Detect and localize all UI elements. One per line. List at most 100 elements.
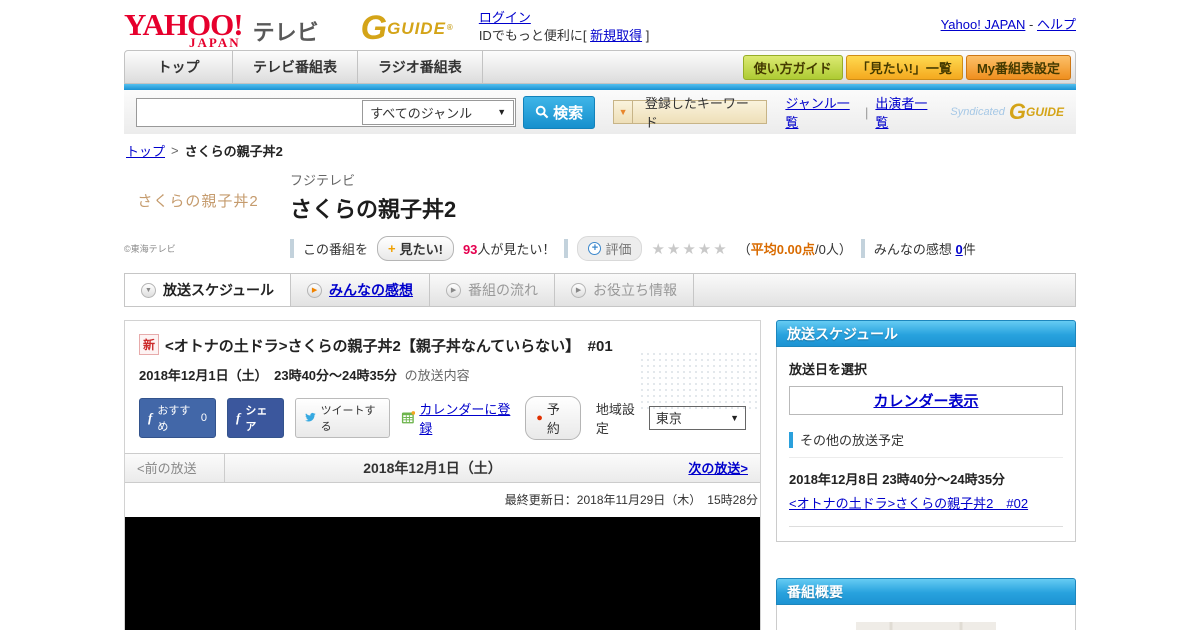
reserve-label: 予約 <box>546 401 560 436</box>
region-select[interactable]: 東京 ▼ <box>648 405 746 430</box>
gguide-g: G <box>1008 99 1026 124</box>
episode-datetime-suffix: の放送内容 <box>404 367 470 383</box>
tab-program-flow[interactable]: ▶ 番組の流れ <box>430 274 556 306</box>
next-broadcast-datetime: 2018年12月8日 23時40分～24時35分 <box>789 472 1006 487</box>
play-icon: ▶ <box>307 282 323 298</box>
avg-paren-open: （ <box>737 242 751 257</box>
breadcrumb-home-link[interactable]: トップ <box>126 141 165 160</box>
cast-list-link[interactable]: 出演者一覧 <box>875 93 936 131</box>
calendar-register-link[interactable]: カレンダーに登録 <box>419 399 514 437</box>
registered-keywords-button[interactable]: ▼ 登録したキーワード <box>613 96 768 130</box>
top-bar: YAHOO! JAPAN テレビ G GUIDE ® ログイン IDでもっと便利に[… <box>124 0 1076 50</box>
tab-label: 放送スケジュール <box>163 282 275 298</box>
breadcrumb-current: さくらの親子丼2 <box>184 144 283 159</box>
calendar-display-button[interactable]: カレンダー表示 <box>789 386 1063 415</box>
next-broadcast: 次の放送> <box>640 454 760 482</box>
divider <box>789 526 1063 527</box>
mitai-count: 93 <box>462 242 478 257</box>
search-strip: すべてのジャンル ▼ 検索 ▼ 登録したキーワード ジャンル一覧 | 出演者一覧… <box>124 90 1076 134</box>
select-date-label: 放送日を選択 <box>789 362 868 377</box>
record-dot-icon: ● <box>536 411 543 424</box>
yahoo-japan-link[interactable]: Yahoo! JAPAN <box>941 17 1026 32</box>
mitai-button-label: 見たい! <box>399 242 443 257</box>
nav-tab-tv-listings[interactable]: テレビ番組表 <box>233 51 358 83</box>
content: 新 <オトナの土ドラ>さくらの親子丼2【親子丼なんていらない】 #01 2018年… <box>124 320 1076 630</box>
reserve-button[interactable]: ● 予約 <box>525 395 581 440</box>
genre-select[interactable]: すべてのジャンル ▼ <box>362 99 515 125</box>
tweet-label: ツイートする <box>320 404 376 433</box>
video-player-area[interactable] <box>125 516 760 630</box>
tab-everyones-impressions[interactable]: ▶ みんなの感想 <box>291 274 431 306</box>
chevron-down-icon: ▼ <box>141 282 156 298</box>
login-block: ログイン IDでもっと便利に[ 新規取得 ] <box>479 9 650 44</box>
other-broadcasts-row: その他の放送予定 <box>789 430 1063 458</box>
mitai-list-button[interactable]: 「見たい!」一覧 <box>845 55 963 80</box>
kanso-count-link[interactable]: 0 <box>956 242 963 257</box>
gguide-logo: G GUIDE ® <box>361 11 453 45</box>
tab-label: 番組の流れ <box>468 282 539 298</box>
divider-bar <box>564 239 569 258</box>
search-box: すべてのジャンル ▼ <box>136 97 517 127</box>
login-link[interactable]: ログイン <box>479 10 531 25</box>
gguide-small-logo: G GUIDE <box>1009 99 1064 125</box>
calendar-register[interactable]: カレンダーに登録 <box>401 399 515 437</box>
mitai-button[interactable]: + 見たい! <box>377 236 454 261</box>
overview-box-body <box>776 605 1076 630</box>
my-listings-settings-button[interactable]: My番組表設定 <box>965 55 1071 80</box>
tab-broadcast-schedule[interactable]: ▼ 放送スケジュール <box>125 274 292 306</box>
search-input[interactable] <box>137 98 362 126</box>
program-thumbnail: さくらの親子丼2 ©東海テレビ <box>124 170 272 261</box>
facebook-share-button[interactable]: f シェア <box>227 397 284 438</box>
fb-recommend-label: おすすめ <box>157 404 191 433</box>
help-link[interactable]: ヘルプ <box>1037 17 1076 32</box>
signup-link[interactable]: 新規取得 <box>590 28 642 43</box>
next-broadcast-link[interactable]: 次の放送> <box>688 458 748 477</box>
plus-icon: + <box>388 241 396 256</box>
current-broadcast-date: 2018年12月1日（土） <box>363 459 502 476</box>
login-note-prefix: IDでもっと便利に[ <box>478 27 587 43</box>
tab-useful-info[interactable]: ▶ お役立ち情報 <box>555 274 695 306</box>
fb-recommend-count: 0 <box>200 411 208 424</box>
prev-broadcast[interactable]: <前の放送 <box>125 453 225 482</box>
syndicated-label: Syndicated <box>950 106 1005 118</box>
dots-decoration <box>639 351 759 409</box>
avg-value: 平均0.00点 <box>750 242 816 257</box>
twitter-bird-icon <box>304 412 316 421</box>
program-header: さくらの親子丼2 ©東海テレビ フジテレビ さくらの親子丼2 この番組を + 見… <box>124 166 1076 273</box>
fb-share-label: シェア <box>245 404 268 433</box>
program-title: さくらの親子丼2 <box>290 197 457 222</box>
other-broadcasts-label: その他の放送予定 <box>800 433 905 448</box>
kanso-summary: みんなの感想 0件 <box>874 239 976 258</box>
episode-datetime: 2018年12月1日（土） 23時40分～24時35分 <box>139 367 397 383</box>
main-nav: トップ テレビ番組表 ラジオ番組表 使い方ガイド 「見たい!」一覧 My番組表設… <box>124 50 1076 84</box>
yahoo-japan-logo[interactable]: YAHOO! JAPAN <box>124 9 244 49</box>
link-separator: - <box>1029 17 1034 32</box>
nav-tab-top[interactable]: トップ <box>125 51 233 83</box>
plus-icon: + <box>588 242 602 255</box>
service-name: テレビ <box>252 20 319 45</box>
top-right-links: Yahoo! JAPAN - ヘルプ <box>941 14 1076 33</box>
calendar-display-link[interactable]: カレンダー表示 <box>873 390 978 411</box>
login-note-suffix: ] <box>645 27 650 43</box>
episode-title-line: 新 <オトナの土ドラ>さくらの親子丼2【親子丼なんていらない】 #01 <box>139 334 659 359</box>
schedule-box-body: 放送日を選択 カレンダー表示 その他の放送予定 2018年12月8日 23時40… <box>776 347 1076 542</box>
broadcast-pager: <前の放送 2018年12月1日（土） 次の放送> <box>125 452 760 483</box>
rate-button[interactable]: + 評価 <box>577 236 643 261</box>
tab-label[interactable]: みんなの感想 <box>329 280 413 300</box>
last-updated: 最終更新日：2018年11月29日（木） 15時28分 <box>504 492 758 507</box>
schedule-box-header: 放送スケジュール <box>776 320 1076 347</box>
nav-tab-radio-listings[interactable]: ラジオ番組表 <box>358 51 483 83</box>
next-episode-link[interactable]: <オトナの土ドラ>さくらの親子丼2 #02 <box>789 493 1063 512</box>
star-rating-icons: ★★★★★ <box>651 240 729 258</box>
facebook-icon: f <box>148 409 153 425</box>
genre-list-link[interactable]: ジャンル一覧 <box>785 93 858 131</box>
facebook-recommend-button[interactable]: f おすすめ 0 <box>139 397 217 438</box>
sidebar: 放送スケジュール 放送日を選択 カレンダー表示 その他の放送予定 2018年12… <box>776 320 1076 630</box>
search-button[interactable]: 検索 <box>523 95 596 129</box>
rate-button-label: 評価 <box>605 242 632 257</box>
episode-head: 新 <オトナの土ドラ>さくらの親子丼2【親子丼なんていらない】 #01 2018年… <box>125 321 760 409</box>
mitai-suffix: 人が見たい！ <box>477 242 556 257</box>
tweet-button[interactable]: ツイートする <box>294 397 390 438</box>
usage-guide-button[interactable]: 使い方ガイド <box>742 55 843 80</box>
play-icon: ▶ <box>571 282 587 298</box>
